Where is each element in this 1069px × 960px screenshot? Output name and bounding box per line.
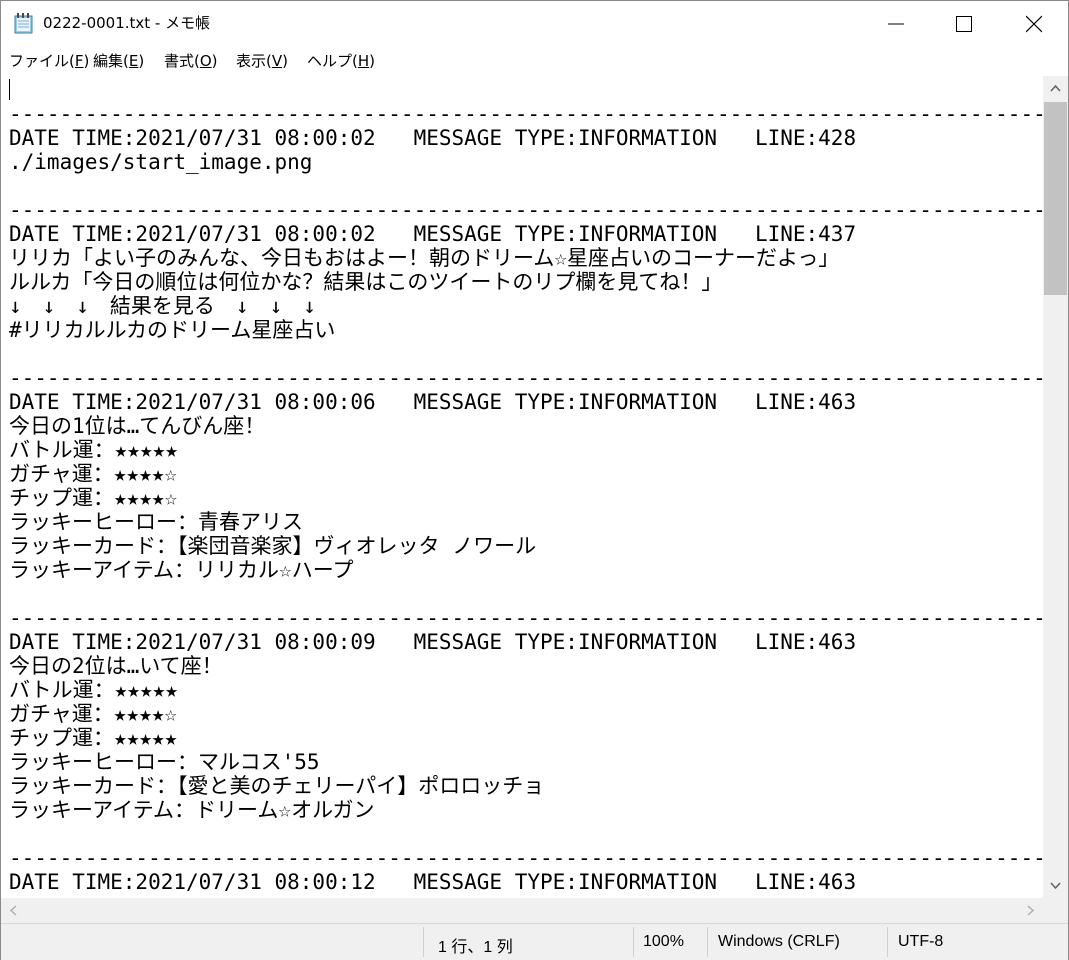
menu-view-accel: V <box>271 52 283 70</box>
text-line: ガチャ運：★★★★☆ <box>9 702 178 726</box>
text-line: DATE TIME:2021/07/31 08:00:12 MESSAGE TY… <box>9 870 857 894</box>
close-icon <box>1026 15 1042 33</box>
scroll-left-button[interactable] <box>1 898 26 923</box>
text-line: ラッキーアイテム：リリカル☆ハープ <box>9 558 354 582</box>
text-line: ルルカ「今日の順位は何位かな？結果はこのツイートのリプ欄を見てね！」 <box>9 270 723 294</box>
menu-file-label: ファイル( <box>9 52 75 70</box>
text-line: ----------------------------------------… <box>9 366 1043 390</box>
text-line: バトル運：★★★★★ <box>9 438 178 462</box>
menu-edit[interactable]: 編集(E) <box>93 52 144 70</box>
status-zoom: 100% <box>643 933 684 950</box>
menu-view[interactable]: 表示(V) <box>236 52 288 70</box>
text-line: 今日の2位は…いて座！ <box>9 654 223 678</box>
scroll-right-button[interactable] <box>1018 898 1043 923</box>
text-line <box>9 342 1043 366</box>
text-line: バトル運：★★★★★ <box>9 678 178 702</box>
text-line: ----------------------------------------… <box>9 198 1043 222</box>
notepad-icon <box>14 13 33 34</box>
menu-bar: ファイル(F) 編集(E) 書式(O) 表示(V) ヘルプ(H) <box>1 46 1068 76</box>
menu-file[interactable]: ファイル(F) <box>9 52 89 70</box>
horizontal-scrollbar[interactable] <box>1 898 1043 923</box>
menu-format-tail: ) <box>211 52 218 70</box>
status-cursor-position: 1 行、1 列 <box>438 939 513 956</box>
menu-help[interactable]: ヘルプ(H) <box>307 52 375 70</box>
text-line: #リリカルルカのドリーム星座占い <box>9 318 336 342</box>
maximize-button[interactable] <box>941 1 987 46</box>
chevron-right-icon <box>1027 905 1035 916</box>
text-line: リリカ「よい子のみんな、今日もおはよー！朝のドリーム☆星座占いのコーナーだよっ」 <box>9 246 840 270</box>
menu-help-label: ヘルプ( <box>307 52 358 70</box>
text-line: チップ運：★★★★☆ <box>9 486 178 510</box>
menu-file-tail: ) <box>83 52 90 70</box>
vertical-scrollbar[interactable] <box>1043 76 1068 898</box>
status-bar: 1 行、1 列 100% Windows (CRLF) UTF-8 <box>1 923 1068 960</box>
text-line: ラッキーカード：【愛と美のチェリーパイ】ポロロッチョ <box>9 774 545 798</box>
minimize-button[interactable] <box>873 1 919 46</box>
menu-edit-accel: E <box>128 52 139 70</box>
menu-view-tail: ) <box>282 52 288 70</box>
status-divider <box>423 927 424 957</box>
status-divider <box>633 927 634 957</box>
text-editor[interactable]: ----------------------------------------… <box>1 76 1043 898</box>
text-line: ----------------------------------------… <box>9 846 1043 870</box>
status-divider <box>707 927 708 957</box>
text-line <box>9 174 1043 198</box>
text-line: DATE TIME:2021/07/31 08:00:02 MESSAGE TY… <box>9 126 857 150</box>
maximize-icon <box>956 16 972 32</box>
title-bar[interactable]: 0222-0001.txt - メモ帳 <box>1 1 1068 46</box>
scroll-down-button[interactable] <box>1043 873 1068 898</box>
status-line-ending: Windows (CRLF) <box>718 933 840 950</box>
menu-format-accel: O <box>199 52 212 70</box>
text-line: DATE TIME:2021/07/31 08:00:06 MESSAGE TY… <box>9 390 857 414</box>
text-line <box>9 822 1043 846</box>
text-line: ラッキーヒーロー：青春アリス <box>9 510 303 534</box>
scrollbar-corner <box>1043 898 1068 923</box>
text-line: ----------------------------------------… <box>9 606 1043 630</box>
text-line: ガチャ運：★★★★☆ <box>9 462 178 486</box>
chevron-down-icon <box>1050 882 1061 890</box>
menu-help-tail: ) <box>369 52 375 70</box>
menu-edit-tail: ) <box>138 52 145 70</box>
text-line: ----------------------------------------… <box>9 102 1043 126</box>
notepad-window: 0222-0001.txt - メモ帳 ファイル(F) 編集(E) 書式(O) … <box>0 0 1069 960</box>
text-line: DATE TIME:2021/07/31 08:00:09 MESSAGE TY… <box>9 630 857 654</box>
text-line: ↓ ↓ ↓ 結果を見る ↓ ↓ ↓ <box>9 294 316 318</box>
text-line: チップ運：★★★★★ <box>9 726 178 750</box>
editor-text[interactable]: ----------------------------------------… <box>9 102 1043 894</box>
scroll-up-button[interactable] <box>1043 76 1068 101</box>
status-divider <box>887 927 888 957</box>
window-title: 0222-0001.txt - メモ帳 <box>43 14 211 32</box>
minimize-icon <box>888 23 904 25</box>
vertical-scroll-thumb[interactable] <box>1044 102 1067 295</box>
menu-format[interactable]: 書式(O) <box>164 52 218 70</box>
menu-view-label: 表示( <box>236 52 272 70</box>
text-line: DATE TIME:2021/07/31 08:00:02 MESSAGE TY… <box>9 222 857 246</box>
text-line: ラッキーアイテム：ドリーム☆オルガン <box>9 798 375 822</box>
text-line: ラッキーヒーロー：マルコス'55 <box>9 750 320 774</box>
text-line <box>9 582 1043 606</box>
chevron-left-icon <box>9 905 17 916</box>
menu-file-accel: F <box>74 52 84 70</box>
menu-help-accel: H <box>357 52 370 70</box>
close-button[interactable] <box>1011 1 1057 46</box>
text-line: ./images/start_image.png <box>9 150 313 174</box>
status-encoding: UTF-8 <box>898 933 944 950</box>
text-line: 今日の1位は…てんびん座！ <box>9 414 266 438</box>
text-caret <box>9 79 10 100</box>
chevron-up-icon <box>1050 84 1061 92</box>
menu-edit-label: 編集( <box>93 52 129 70</box>
text-line: ラッキーカード：【楽団音楽家】ヴィオレッタ ノワール <box>9 534 537 558</box>
menu-format-label: 書式( <box>164 52 200 70</box>
